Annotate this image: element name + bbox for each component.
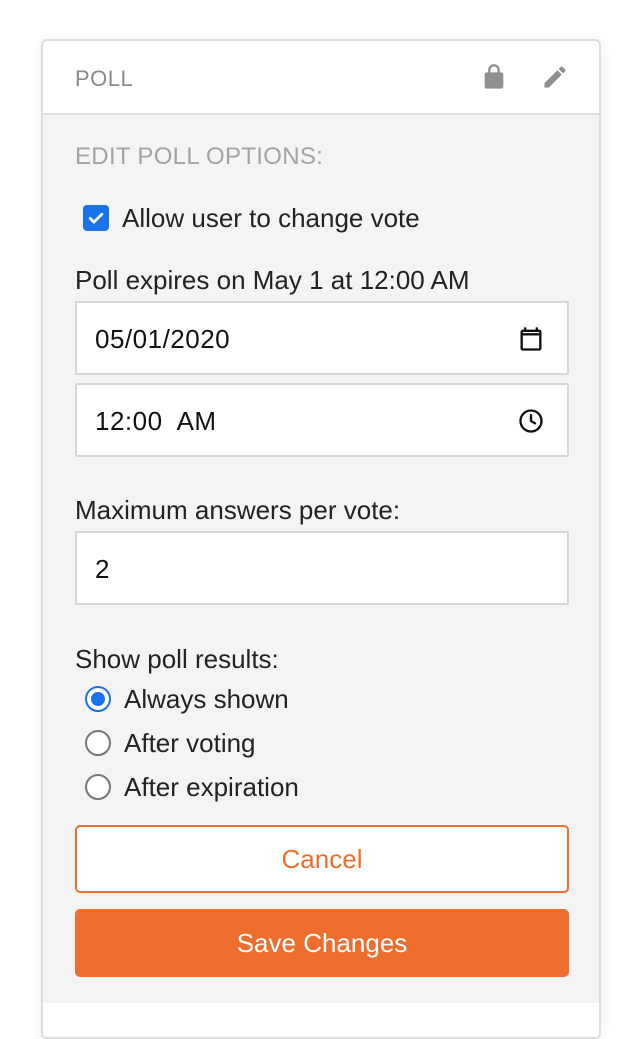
results-option-after-voting[interactable]: After voting bbox=[85, 726, 256, 760]
calendar-icon[interactable] bbox=[517, 325, 545, 353]
card-header: POLL bbox=[43, 41, 599, 115]
radio-label: Always shown bbox=[124, 683, 289, 714]
allow-change-vote-label: Allow user to change vote bbox=[122, 202, 420, 233]
radio-label: After expiration bbox=[124, 771, 299, 802]
radio-label: After voting bbox=[124, 727, 256, 758]
allow-change-vote-checkbox[interactable] bbox=[83, 205, 109, 231]
results-option-after-expiration[interactable]: After expiration bbox=[85, 770, 299, 804]
pencil-icon[interactable] bbox=[541, 63, 569, 91]
radio-always-shown[interactable] bbox=[85, 686, 111, 712]
lock-icon[interactable] bbox=[480, 63, 508, 91]
max-answers-input[interactable]: 2 bbox=[75, 531, 569, 605]
poll-card: POLL EDIT POLL OPTIONS: Allow user to ch… bbox=[41, 39, 601, 1039]
expiry-time-value: 12:00 AM bbox=[95, 406, 217, 436]
poll-expires-label: Poll expires on May 1 at 12:00 AM bbox=[75, 265, 470, 295]
results-option-always-shown[interactable]: Always shown bbox=[85, 682, 289, 716]
edit-poll-options-heading: EDIT POLL OPTIONS: bbox=[75, 143, 324, 170]
poll-title: POLL bbox=[75, 66, 134, 91]
expiry-date-input[interactable]: 05/01/2020 bbox=[75, 301, 569, 375]
expiry-time-input[interactable]: 12:00 AM bbox=[75, 383, 569, 457]
radio-after-expiration[interactable] bbox=[85, 774, 111, 800]
max-answers-label: Maximum answers per vote: bbox=[75, 495, 401, 525]
checkmark-icon bbox=[88, 212, 104, 224]
allow-change-vote-option[interactable]: Allow user to change vote bbox=[83, 201, 420, 235]
radio-after-voting[interactable] bbox=[85, 730, 111, 756]
cancel-button[interactable]: Cancel bbox=[75, 825, 569, 893]
max-answers-value: 2 bbox=[95, 554, 110, 584]
card-footer bbox=[43, 1003, 599, 1037]
clock-icon[interactable] bbox=[517, 407, 545, 435]
expiry-date-value: 05/01/2020 bbox=[95, 324, 231, 354]
save-changes-button[interactable]: Save Changes bbox=[75, 909, 569, 977]
show-results-label: Show poll results: bbox=[75, 644, 279, 674]
